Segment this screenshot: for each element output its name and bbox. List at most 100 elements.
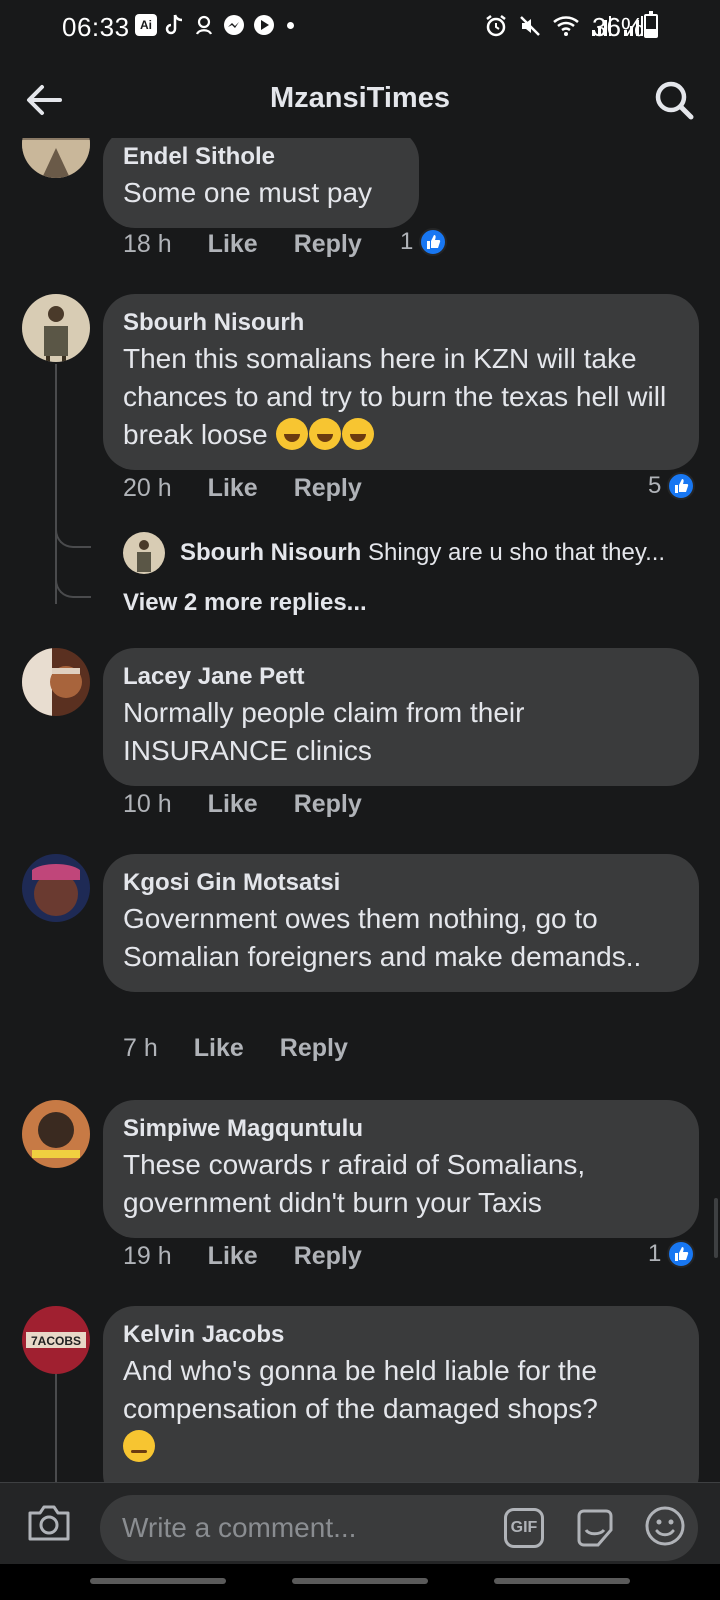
sticker-button[interactable] — [574, 1508, 616, 1548]
search-button[interactable] — [652, 78, 696, 122]
reply-author[interactable]: Sbourh Nisourh — [180, 539, 361, 566]
thread-connector — [55, 524, 91, 548]
comment-bubble[interactable]: Kgosi Gin Motsatsi Government owes them … — [103, 854, 699, 992]
avatar[interactable] — [22, 1100, 90, 1168]
avatar[interactable] — [22, 138, 90, 178]
mute-icon — [520, 16, 540, 36]
avatar[interactable] — [22, 294, 90, 362]
app-header: MzansiTimes — [0, 62, 720, 138]
reaction-summary[interactable]: 1 — [648, 1240, 696, 1268]
reply-avatar[interactable] — [123, 532, 165, 574]
thread-connector — [55, 574, 91, 598]
comment-actions: 10 h Like Reply — [123, 790, 362, 819]
home-button[interactable] — [292, 1578, 428, 1584]
comment-text: And who's gonna be held liable for the c… — [123, 1352, 679, 1466]
like-button[interactable]: Like — [208, 1242, 258, 1271]
camera-button[interactable] — [26, 1503, 72, 1543]
reply-button[interactable]: Reply — [294, 1242, 362, 1271]
comment-bubble[interactable]: Simpiwe Magquntulu These cowards r afrai… — [103, 1100, 699, 1238]
laughing-emoji-icon — [275, 418, 308, 450]
thumbs-up-icon — [419, 228, 448, 256]
comment-bubble[interactable]: Lacey Jane Pett Normally people claim fr… — [103, 648, 699, 786]
messenger-icon — [224, 15, 244, 35]
avatar-image — [22, 294, 90, 362]
avatar-image — [22, 138, 90, 178]
page-title: MzansiTimes — [270, 82, 450, 114]
avatar-image — [22, 1100, 90, 1168]
comment-text: Normally people claim from their INSURAN… — [123, 697, 525, 766]
comment-actions: 19 h Like Reply — [123, 1242, 362, 1271]
reaction-count: 1 — [400, 228, 414, 255]
wifi-icon — [553, 16, 579, 36]
reply-preview[interactable]: Sbourh Nisourh Shingy are u sho that the… — [180, 539, 665, 567]
like-button[interactable]: Like — [208, 790, 258, 819]
search-icon — [655, 81, 694, 120]
emoji-button[interactable] — [644, 1505, 686, 1547]
smiley-icon — [645, 1506, 685, 1546]
status-time: 06:33 — [62, 12, 130, 42]
commenter-name[interactable]: Kgosi Gin Motsatsi — [123, 868, 679, 898]
thinking-emoji-icon — [123, 1430, 155, 1462]
gif-button[interactable]: GIF — [504, 1508, 544, 1548]
comment-bubble[interactable]: Endel Sithole Some one must pay — [103, 138, 419, 228]
comment-bubble[interactable]: Kelvin Jacobs And who's gonna be held li… — [103, 1306, 699, 1482]
reply-button[interactable]: Reply — [294, 790, 362, 819]
laughing-emoji-icon — [308, 418, 341, 450]
comment-actions: 20 h Like Reply — [123, 474, 362, 503]
commenter-name[interactable]: Kelvin Jacobs — [123, 1320, 679, 1350]
commenter-name[interactable]: Simpiwe Magquntulu — [123, 1114, 679, 1144]
back-nav-button[interactable] — [494, 1578, 630, 1584]
avatar[interactable] — [22, 648, 90, 716]
view-more-replies-link[interactable]: View 2 more replies... — [123, 589, 367, 617]
like-button[interactable]: Like — [208, 230, 258, 259]
system-nav-bar — [0, 1564, 720, 1600]
comment-time: 19 h — [123, 1242, 172, 1270]
app-notification-icon: Ai — [135, 14, 157, 36]
tiktok-icon — [165, 14, 183, 35]
avatar-image — [123, 532, 165, 574]
recents-button[interactable] — [90, 1578, 226, 1584]
comment-time: 18 h — [123, 230, 172, 258]
reaction-count: 5 — [648, 472, 662, 499]
laughing-emoji-icon — [341, 418, 374, 450]
commenter-name[interactable]: Sbourh Nisourh — [123, 308, 679, 338]
status-bar: 06:33 Ai 36% — [0, 0, 720, 56]
reply-snippet: Shingy are u sho that they... — [368, 539, 666, 566]
play-app-icon — [254, 15, 274, 35]
reply-button[interactable]: Reply — [294, 230, 362, 259]
thread-line — [55, 364, 57, 604]
scrollbar[interactable] — [714, 1198, 718, 1258]
reaction-summary[interactable]: 5 — [648, 472, 696, 500]
comment-text: Some one must pay — [123, 177, 373, 208]
battery-icon — [644, 11, 658, 38]
reaction-count: 1 — [648, 1240, 662, 1267]
more-notifications-dot — [287, 21, 294, 29]
comment-actions: 7 h Like Reply — [123, 1034, 348, 1063]
like-button[interactable]: Like — [194, 1034, 244, 1063]
reply-button[interactable]: Reply — [294, 474, 362, 503]
comment-composer: GIF — [0, 1482, 720, 1564]
like-button[interactable]: Like — [208, 474, 258, 503]
svg-text:7ACOBS: 7ACOBS — [31, 1334, 81, 1348]
app-icon — [195, 15, 213, 35]
thumbs-up-icon — [667, 1240, 696, 1268]
avatar[interactable]: 7ACOBS — [22, 1306, 90, 1374]
comment-text: Government owes them nothing, go to Soma… — [123, 903, 642, 972]
comments-feed[interactable]: Endel Sithole Some one must pay 18 h Lik… — [0, 138, 720, 1482]
avatar-image — [22, 854, 90, 922]
sticker-icon — [577, 1509, 613, 1547]
comment-time: 7 h — [123, 1034, 158, 1062]
reaction-summary[interactable]: 1 — [400, 228, 448, 256]
comment-actions: 18 h Like Reply — [123, 230, 362, 259]
comment-text: These cowards r afraid of Somalians, gov… — [123, 1149, 586, 1218]
thumbs-up-icon — [667, 472, 696, 500]
comment-time: 20 h — [123, 474, 172, 502]
comment-bubble[interactable]: Sbourh Nisourh Then this somalians here … — [103, 294, 699, 470]
commenter-name[interactable]: Lacey Jane Pett — [123, 662, 679, 692]
commenter-name[interactable]: Endel Sithole — [123, 142, 399, 172]
camera-icon — [28, 1505, 70, 1541]
thread-line — [55, 1374, 57, 1482]
reply-button[interactable]: Reply — [280, 1034, 348, 1063]
alarm-icon — [486, 15, 506, 37]
avatar[interactable] — [22, 854, 90, 922]
